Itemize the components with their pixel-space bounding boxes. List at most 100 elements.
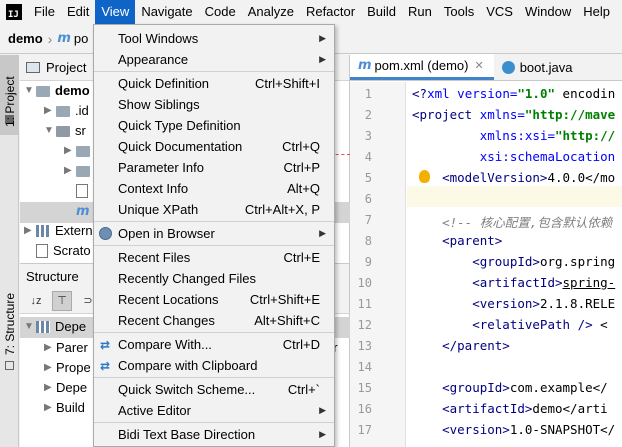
menu-tools[interactable]: Tools bbox=[438, 0, 480, 24]
submenu-arrow-icon: ▶ bbox=[319, 405, 326, 415]
code-token: <relativePath /> bbox=[412, 317, 593, 332]
editor-tab-boot[interactable]: boot.java bbox=[494, 54, 583, 80]
menu-navigate[interactable]: Navigate bbox=[135, 0, 198, 24]
menu-item-bidi-text-base-direction[interactable]: Bidi Text Base Direction ▶ bbox=[94, 424, 334, 445]
menu-item-shortcut: Alt+Shift+C bbox=[254, 313, 320, 328]
tree-row-label: .id bbox=[75, 103, 89, 118]
menu-run[interactable]: Run bbox=[402, 0, 438, 24]
editor-tab-label: pom.xml (demo) bbox=[374, 58, 469, 73]
close-icon[interactable]: ✕ bbox=[474, 59, 483, 72]
editor-tab-pom[interactable]: m pom.xml (demo) ✕ bbox=[350, 54, 494, 80]
menu-item-shortcut: Ctrl+E bbox=[283, 250, 320, 265]
chevron-down-icon: ▼ bbox=[44, 125, 54, 136]
menu-separator bbox=[94, 422, 334, 423]
menu-edit[interactable]: Edit bbox=[61, 0, 95, 24]
tree-row-main[interactable]: ▶ bbox=[64, 141, 95, 161]
editor-tab-bar: m pom.xml (demo) ✕ boot.java bbox=[350, 54, 622, 81]
chevron-right-icon: ▶ bbox=[44, 342, 52, 353]
menu-refactor[interactable]: Refactor bbox=[300, 0, 361, 24]
tool-tab-project-label: 1: Project bbox=[3, 76, 17, 127]
tree-row-scratches[interactable]: Scrato bbox=[24, 241, 91, 261]
structure-row-dependencies[interactable]: ▼ Depe bbox=[24, 317, 86, 337]
menu-item-label: Compare With... bbox=[118, 337, 212, 352]
menu-item-label: Recent Changes bbox=[118, 313, 215, 328]
chevron-right-icon: ▶ bbox=[64, 165, 72, 176]
menu-build[interactable]: Build bbox=[361, 0, 402, 24]
menu-item-label: Recent Files bbox=[118, 250, 191, 265]
line-number: 2 bbox=[364, 108, 372, 122]
breadcrumb-project[interactable]: demo bbox=[8, 31, 43, 46]
menu-item-show-siblings[interactable]: Show Siblings bbox=[94, 94, 334, 115]
code-line: <!-- 核心配置,包含默认依赖 bbox=[412, 212, 612, 231]
sort-alpha-icon[interactable]: ↓z bbox=[26, 291, 46, 311]
menu-item-compare-with-clipboard[interactable]: ⇄ Compare with Clipboard bbox=[94, 355, 334, 376]
code-line: <parent> bbox=[412, 233, 502, 248]
menu-bar: IJ File Edit View Navigate Code Analyze … bbox=[0, 0, 622, 24]
code-token: <version> bbox=[412, 296, 540, 311]
menu-help[interactable]: Help bbox=[577, 0, 616, 24]
menu-item-parameter-info[interactable]: Parameter Info Ctrl+P bbox=[94, 157, 334, 178]
tree-row-label: sr bbox=[75, 123, 86, 138]
code-token: "http:// bbox=[555, 128, 616, 143]
editor-area: m pom.xml (demo) ✕ boot.java 1 2 3 4 5 6 7 8 9 10… bbox=[350, 54, 622, 447]
code-line: <version>2.1.8.RELE bbox=[412, 296, 615, 311]
structure-row-deps[interactable]: ▶ Depe bbox=[44, 378, 87, 398]
code-line: <groupId>com.example</ bbox=[412, 380, 608, 395]
menu-item-unique-xpath[interactable]: Unique XPath Ctrl+Alt+X, P bbox=[94, 199, 334, 220]
code-token: <artifactId> bbox=[412, 275, 563, 290]
code-line: </parent> bbox=[412, 338, 510, 353]
menu-item-active-editor[interactable]: Active Editor ▶ bbox=[94, 400, 334, 421]
menu-window[interactable]: Window bbox=[519, 0, 577, 24]
menu-item-recent-changes[interactable]: Recent Changes Alt+Shift+C bbox=[94, 310, 334, 331]
menu-vcs[interactable]: VCS bbox=[480, 0, 519, 24]
menu-item-open-in-browser[interactable]: Open in Browser ▶ bbox=[94, 223, 334, 244]
menu-file[interactable]: File bbox=[28, 0, 61, 24]
menu-item-label: Quick Type Definition bbox=[118, 118, 241, 133]
structure-row-build[interactable]: ▶ Build bbox=[44, 398, 85, 418]
menu-item-label: Quick Definition bbox=[118, 76, 210, 91]
structure-row-properties[interactable]: ▶ Prope bbox=[44, 358, 91, 378]
menu-item-context-info[interactable]: Context Info Alt+Q bbox=[94, 178, 334, 199]
menu-item-recently-changed-files[interactable]: Recently Changed Files bbox=[94, 268, 334, 289]
menu-item-quick-switch-scheme[interactable]: Quick Switch Scheme... Ctrl+` bbox=[94, 379, 334, 400]
menu-item-quick-documentation[interactable]: Quick Documentation Ctrl+Q bbox=[94, 136, 334, 157]
menu-item-recent-locations[interactable]: Recent Locations Ctrl+Shift+E bbox=[94, 289, 334, 310]
code-token: 1.0-SNAPSHOT</ bbox=[509, 422, 616, 437]
submenu-arrow-icon: ▶ bbox=[319, 429, 326, 439]
show-fields-icon[interactable]: ⊤ bbox=[52, 290, 72, 311]
menu-item-shortcut: Ctrl+` bbox=[287, 382, 320, 397]
tree-row-external-libraries[interactable]: ▶ Extern bbox=[24, 221, 93, 241]
tree-row-idea[interactable]: ▶ .id bbox=[44, 101, 89, 121]
structure-row-label: Build bbox=[56, 400, 85, 415]
code-token: 核心配置,包含默认依赖 bbox=[479, 215, 613, 230]
menu-item-recent-files[interactable]: Recent Files Ctrl+E bbox=[94, 247, 334, 268]
structure-row-label: Parer bbox=[56, 340, 88, 355]
code-token: <artifactId> bbox=[412, 401, 533, 416]
chevron-right-icon: ▶ bbox=[24, 225, 32, 236]
line-number: 5 bbox=[364, 171, 372, 185]
tree-row-test[interactable]: ▶ bbox=[64, 161, 95, 181]
menu-item-compare-with[interactable]: ⇄ Compare With... Ctrl+D bbox=[94, 334, 334, 355]
line-number: 16 bbox=[357, 402, 372, 416]
menu-code[interactable]: Code bbox=[199, 0, 242, 24]
code-token: xsi:schemaLocation bbox=[479, 149, 616, 164]
code-token: <modelVersion> bbox=[412, 170, 548, 185]
code-token: </parent> bbox=[412, 338, 510, 353]
menu-item-quick-type-definition[interactable]: Quick Type Definition bbox=[94, 115, 334, 136]
menu-analyze[interactable]: Analyze bbox=[242, 0, 300, 24]
chevron-right-icon: ▶ bbox=[64, 145, 72, 156]
menu-item-label: Active Editor bbox=[118, 403, 191, 418]
menu-item-appearance[interactable]: Appearance ▶ bbox=[94, 49, 334, 70]
tool-tab-structure[interactable]: 7: Structure bbox=[0, 265, 19, 370]
breadcrumb-file[interactable]: po bbox=[74, 31, 88, 46]
line-number: 11 bbox=[357, 297, 372, 311]
code-token: < bbox=[592, 317, 608, 332]
tool-tab-project[interactable]: 1: Project bbox=[0, 55, 19, 135]
tree-row-demo[interactable]: ▼ demo bbox=[24, 81, 90, 101]
menu-item-quick-definition[interactable]: Quick Definition Ctrl+Shift+I bbox=[94, 73, 334, 94]
tree-row-src[interactable]: ▼ sr bbox=[44, 121, 86, 141]
structure-row-parent[interactable]: ▶ Parer bbox=[44, 338, 88, 358]
menu-item-tool-windows[interactable]: Tool Windows ▶ bbox=[94, 28, 334, 49]
menu-view[interactable]: View bbox=[95, 0, 136, 24]
